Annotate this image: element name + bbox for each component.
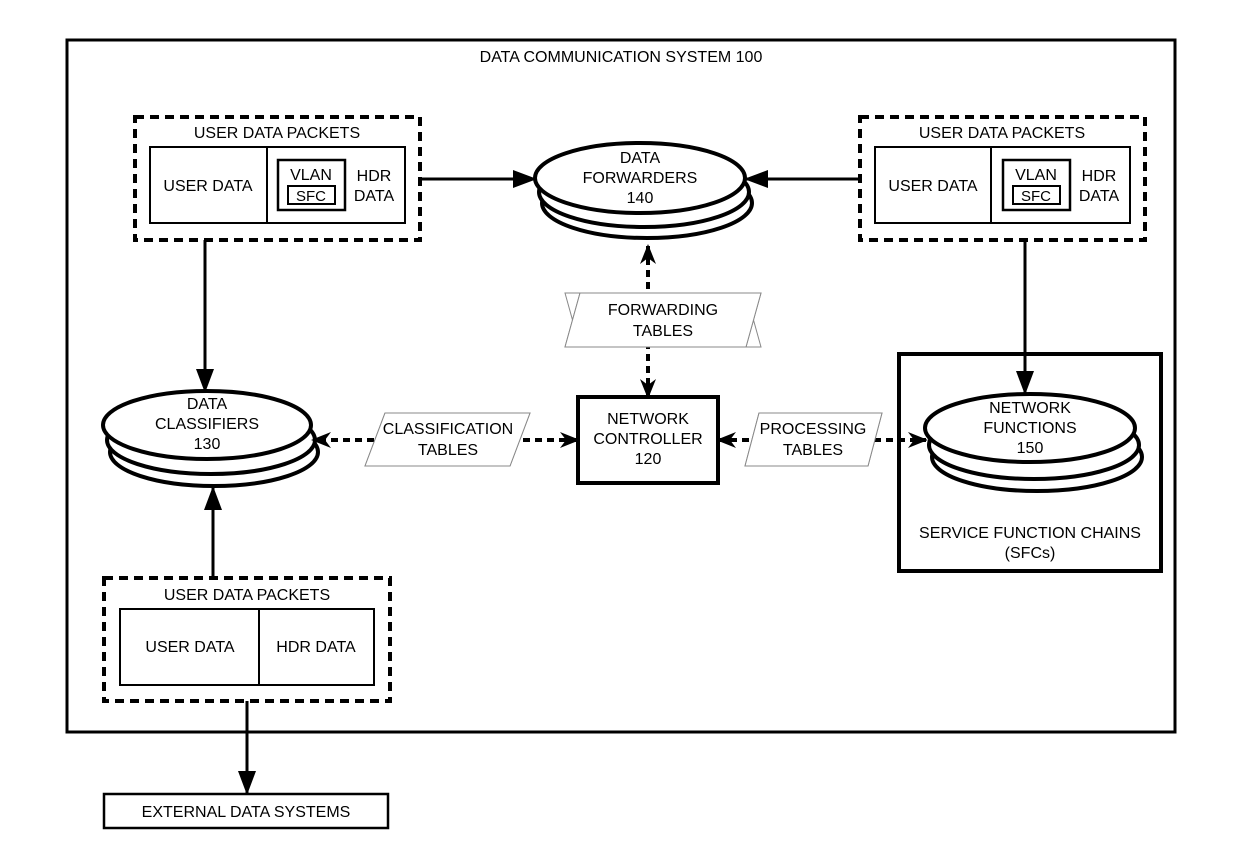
- service-function-chains-box: NETWORK FUNCTIONS 150 SERVICE FUNCTION C…: [897, 352, 1163, 573]
- user-data-field: USER DATA: [888, 178, 978, 195]
- functions-label-line3: 150: [1017, 440, 1044, 457]
- sfc-label: SFC: [296, 188, 326, 205]
- processing-tables-overlay-line2: TABLES: [783, 442, 843, 459]
- data-classifiers-node: DATA CLASSIFIERS 130: [101, 389, 320, 488]
- packet-group-top-left: USER DATA PACKETS USER DATA VLAN SFC HDR…: [133, 115, 422, 242]
- classifiers-label-line2: CLASSIFIERS: [155, 416, 259, 433]
- functions-label-line2: FUNCTIONS: [983, 420, 1076, 437]
- sfc-box-label-line2: (SFCs): [1005, 545, 1056, 562]
- classifiers-label-line3: 130: [194, 436, 221, 453]
- packet-title: USER DATA PACKETS: [164, 587, 330, 604]
- forwarding-tables-overlay-line2: TABLES: [633, 323, 693, 340]
- user-data-field: USER DATA: [145, 639, 235, 656]
- packet-group-bottom: USER DATA PACKETS USER DATA HDR DATA: [102, 576, 392, 703]
- controller-label-line3: 120: [635, 451, 662, 468]
- hdr-label-line2: DATA: [354, 188, 395, 205]
- processing-tables-overlay-line1: PROCESSING: [760, 421, 867, 438]
- hdr-label-line1: HDR: [1082, 168, 1117, 185]
- network-controller-node: NETWORK CONTROLLER 120: [576, 395, 720, 485]
- sfc-label: SFC: [1021, 188, 1051, 205]
- packet-title: USER DATA PACKETS: [194, 125, 360, 142]
- forwarders-label-line2: FORWARDERS: [583, 170, 698, 187]
- external-data-systems-label: EXTERNAL DATA SYSTEMS: [142, 804, 351, 821]
- forwarders-label-line1: DATA: [620, 150, 661, 167]
- vlan-label: VLAN: [290, 167, 332, 184]
- system-title: DATA COMMUNICATION SYSTEM 100: [480, 49, 763, 66]
- hdr-label-line1: HDR: [357, 168, 392, 185]
- controller-label-line1: NETWORK: [607, 411, 689, 428]
- user-data-field: USER DATA: [163, 178, 253, 195]
- data-forwarders-node: DATA FORWARDERS 140: [533, 141, 754, 240]
- vlan-label: VLAN: [1015, 167, 1057, 184]
- diagram-canvas: DATA COMMUNICATION SYSTEM 100 USER DATA …: [65, 38, 1177, 830]
- hdr-label-line2: DATA: [1079, 188, 1120, 205]
- packet-title: USER DATA PACKETS: [919, 125, 1085, 142]
- sfc-box-label-line1: SERVICE FUNCTION CHAINS: [919, 525, 1141, 542]
- forwarding-tables-overlay-line1: FORWARDING: [608, 302, 718, 319]
- external-data-systems: EXTERNAL DATA SYSTEMS: [102, 792, 390, 830]
- classification-tables-overlay-line2: TABLES: [418, 442, 478, 459]
- packet-group-top-right: USER DATA PACKETS USER DATA VLAN SFC HDR…: [858, 115, 1147, 242]
- network-functions-node: NETWORK FUNCTIONS 150: [923, 392, 1144, 493]
- functions-label-line1: NETWORK: [989, 400, 1071, 417]
- hdr-data-field: HDR DATA: [276, 639, 356, 656]
- classifiers-label-line1: DATA: [187, 396, 228, 413]
- forwarders-label-line3: 140: [627, 190, 654, 207]
- controller-label-line2: CONTROLLER: [593, 431, 702, 448]
- classification-tables-overlay-line1: CLASSIFICATION: [383, 421, 513, 438]
